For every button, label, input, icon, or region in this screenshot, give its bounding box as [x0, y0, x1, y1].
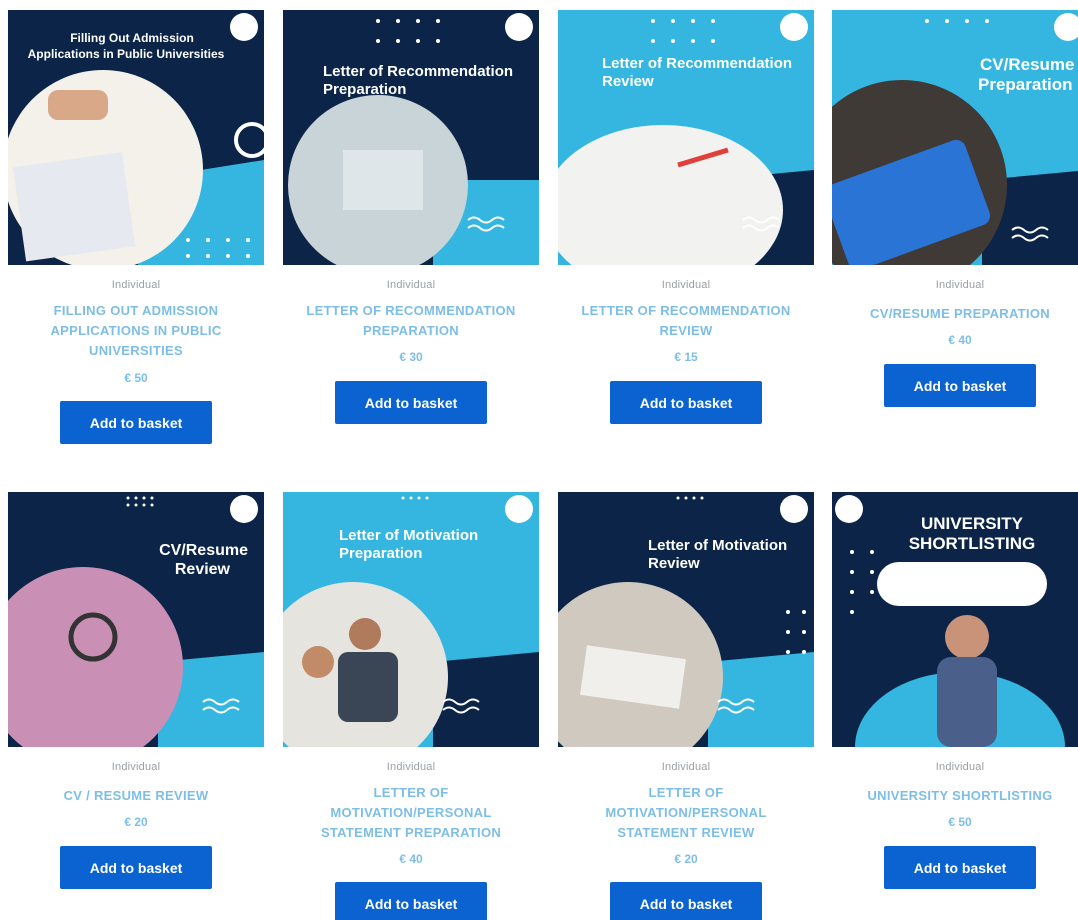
product-price: € 20	[124, 815, 148, 829]
product-image: Letter of Recommendation Preparation	[283, 10, 539, 265]
image-headline-1: Letter of Recommendation	[323, 63, 513, 80]
add-to-basket-button[interactable]: Add to basket	[60, 401, 212, 444]
product-price: € 20	[674, 852, 698, 866]
image-headline-2: Review	[648, 555, 700, 572]
image-headline-1: Letter of Recommendation	[602, 55, 792, 72]
image-headline-1: UNIVERSITY	[921, 514, 1024, 533]
product-title-link[interactable]: LETTER OF RECOMMENDATION PREPARATION	[291, 301, 531, 341]
product-category: Individual	[386, 761, 436, 773]
image-headline-1: Letter of Motivation	[339, 527, 478, 544]
product-image-link[interactable]: Letter of Motivation Review	[558, 492, 814, 747]
product-title-link[interactable]: CV/RESUME PREPARATION	[840, 304, 1078, 324]
product-image-link[interactable]: Letter of Motivation Preparation	[283, 492, 539, 747]
product-category: Individual	[661, 279, 711, 291]
product-image-link[interactable]: Letter of Recommendation Review	[558, 10, 814, 265]
image-headline-2: Review	[175, 561, 231, 578]
product-image-link[interactable]: Letter of Recommendation Preparation	[283, 10, 539, 265]
product-image: Filling Out Admission Applications in Pu…	[8, 10, 264, 265]
product-price: € 15	[674, 350, 698, 364]
add-to-basket-button[interactable]: Add to basket	[335, 882, 487, 920]
add-to-basket-button[interactable]: Add to basket	[884, 846, 1036, 889]
product-category: Individual	[661, 761, 711, 773]
image-headline-1: Filling Out Admission	[70, 31, 194, 45]
product-title-link[interactable]: UNIVERSITY SHORTLISTING	[840, 786, 1078, 806]
product-price: € 50	[124, 371, 148, 385]
product-category: Individual	[111, 279, 161, 291]
product-price: € 30	[399, 350, 423, 364]
product-category: Individual	[935, 761, 985, 773]
product-image-link[interactable]: CV/Resume Review	[8, 492, 264, 747]
image-headline-1: Letter of Motivation	[648, 537, 787, 554]
product-image-link[interactable]: CV/Resume Preparation	[832, 10, 1078, 265]
add-to-basket-button[interactable]: Add to basket	[335, 381, 487, 424]
product-image-link[interactable]: Filling Out Admission Applications in Pu…	[8, 10, 264, 265]
product-image: Letter of Motivation Preparation	[283, 492, 539, 747]
product-title-link[interactable]: FILLING OUT ADMISSION APPLICATIONS IN PU…	[16, 301, 256, 361]
product-image-link[interactable]: UNIVERSITY SHORTLISTING	[832, 492, 1078, 747]
product-grid: Filling Out Admission Applications in Pu…	[0, 0, 1078, 920]
add-to-basket-button[interactable]: Add to basket	[60, 846, 212, 889]
product-category: Individual	[935, 279, 985, 291]
image-headline-2: Preparation	[978, 75, 1072, 94]
product-title-link[interactable]: LETTER OF RECOMMENDATION REVIEW	[566, 301, 806, 341]
image-headline-2: Preparation	[323, 81, 406, 98]
product-price: € 40	[399, 852, 423, 866]
product-title-link[interactable]: LETTER OF MOTIVATION/PERSONAL STATEMENT …	[291, 783, 531, 843]
product-title-link[interactable]: LETTER OF MOTIVATION/PERSONAL STATEMENT …	[566, 783, 806, 843]
add-to-basket-button[interactable]: Add to basket	[884, 364, 1036, 407]
image-headline-2: Review	[602, 73, 654, 90]
product-image: UNIVERSITY SHORTLISTING	[832, 492, 1078, 747]
product-title-link[interactable]: CV / RESUME REVIEW	[16, 786, 256, 806]
add-to-basket-button[interactable]: Add to basket	[610, 381, 762, 424]
product-image: Letter of Motivation Review	[558, 492, 814, 747]
add-to-basket-button[interactable]: Add to basket	[610, 882, 762, 920]
product-price: € 50	[948, 815, 972, 829]
product-image: CV/Resume Preparation	[832, 10, 1078, 265]
image-headline-1: CV/Resume	[159, 542, 248, 559]
image-headline-1: CV/Resume	[980, 55, 1074, 74]
product-price: € 40	[948, 333, 972, 347]
product-category: Individual	[111, 761, 161, 773]
image-headline-2: Preparation	[339, 545, 422, 562]
image-headline-2: SHORTLISTING	[909, 534, 1036, 553]
product-image: CV/Resume Review	[8, 492, 264, 747]
image-headline-2: Applications in Public Universities	[28, 47, 225, 61]
product-image: Letter of Recommendation Review	[558, 10, 814, 265]
product-category: Individual	[386, 279, 436, 291]
